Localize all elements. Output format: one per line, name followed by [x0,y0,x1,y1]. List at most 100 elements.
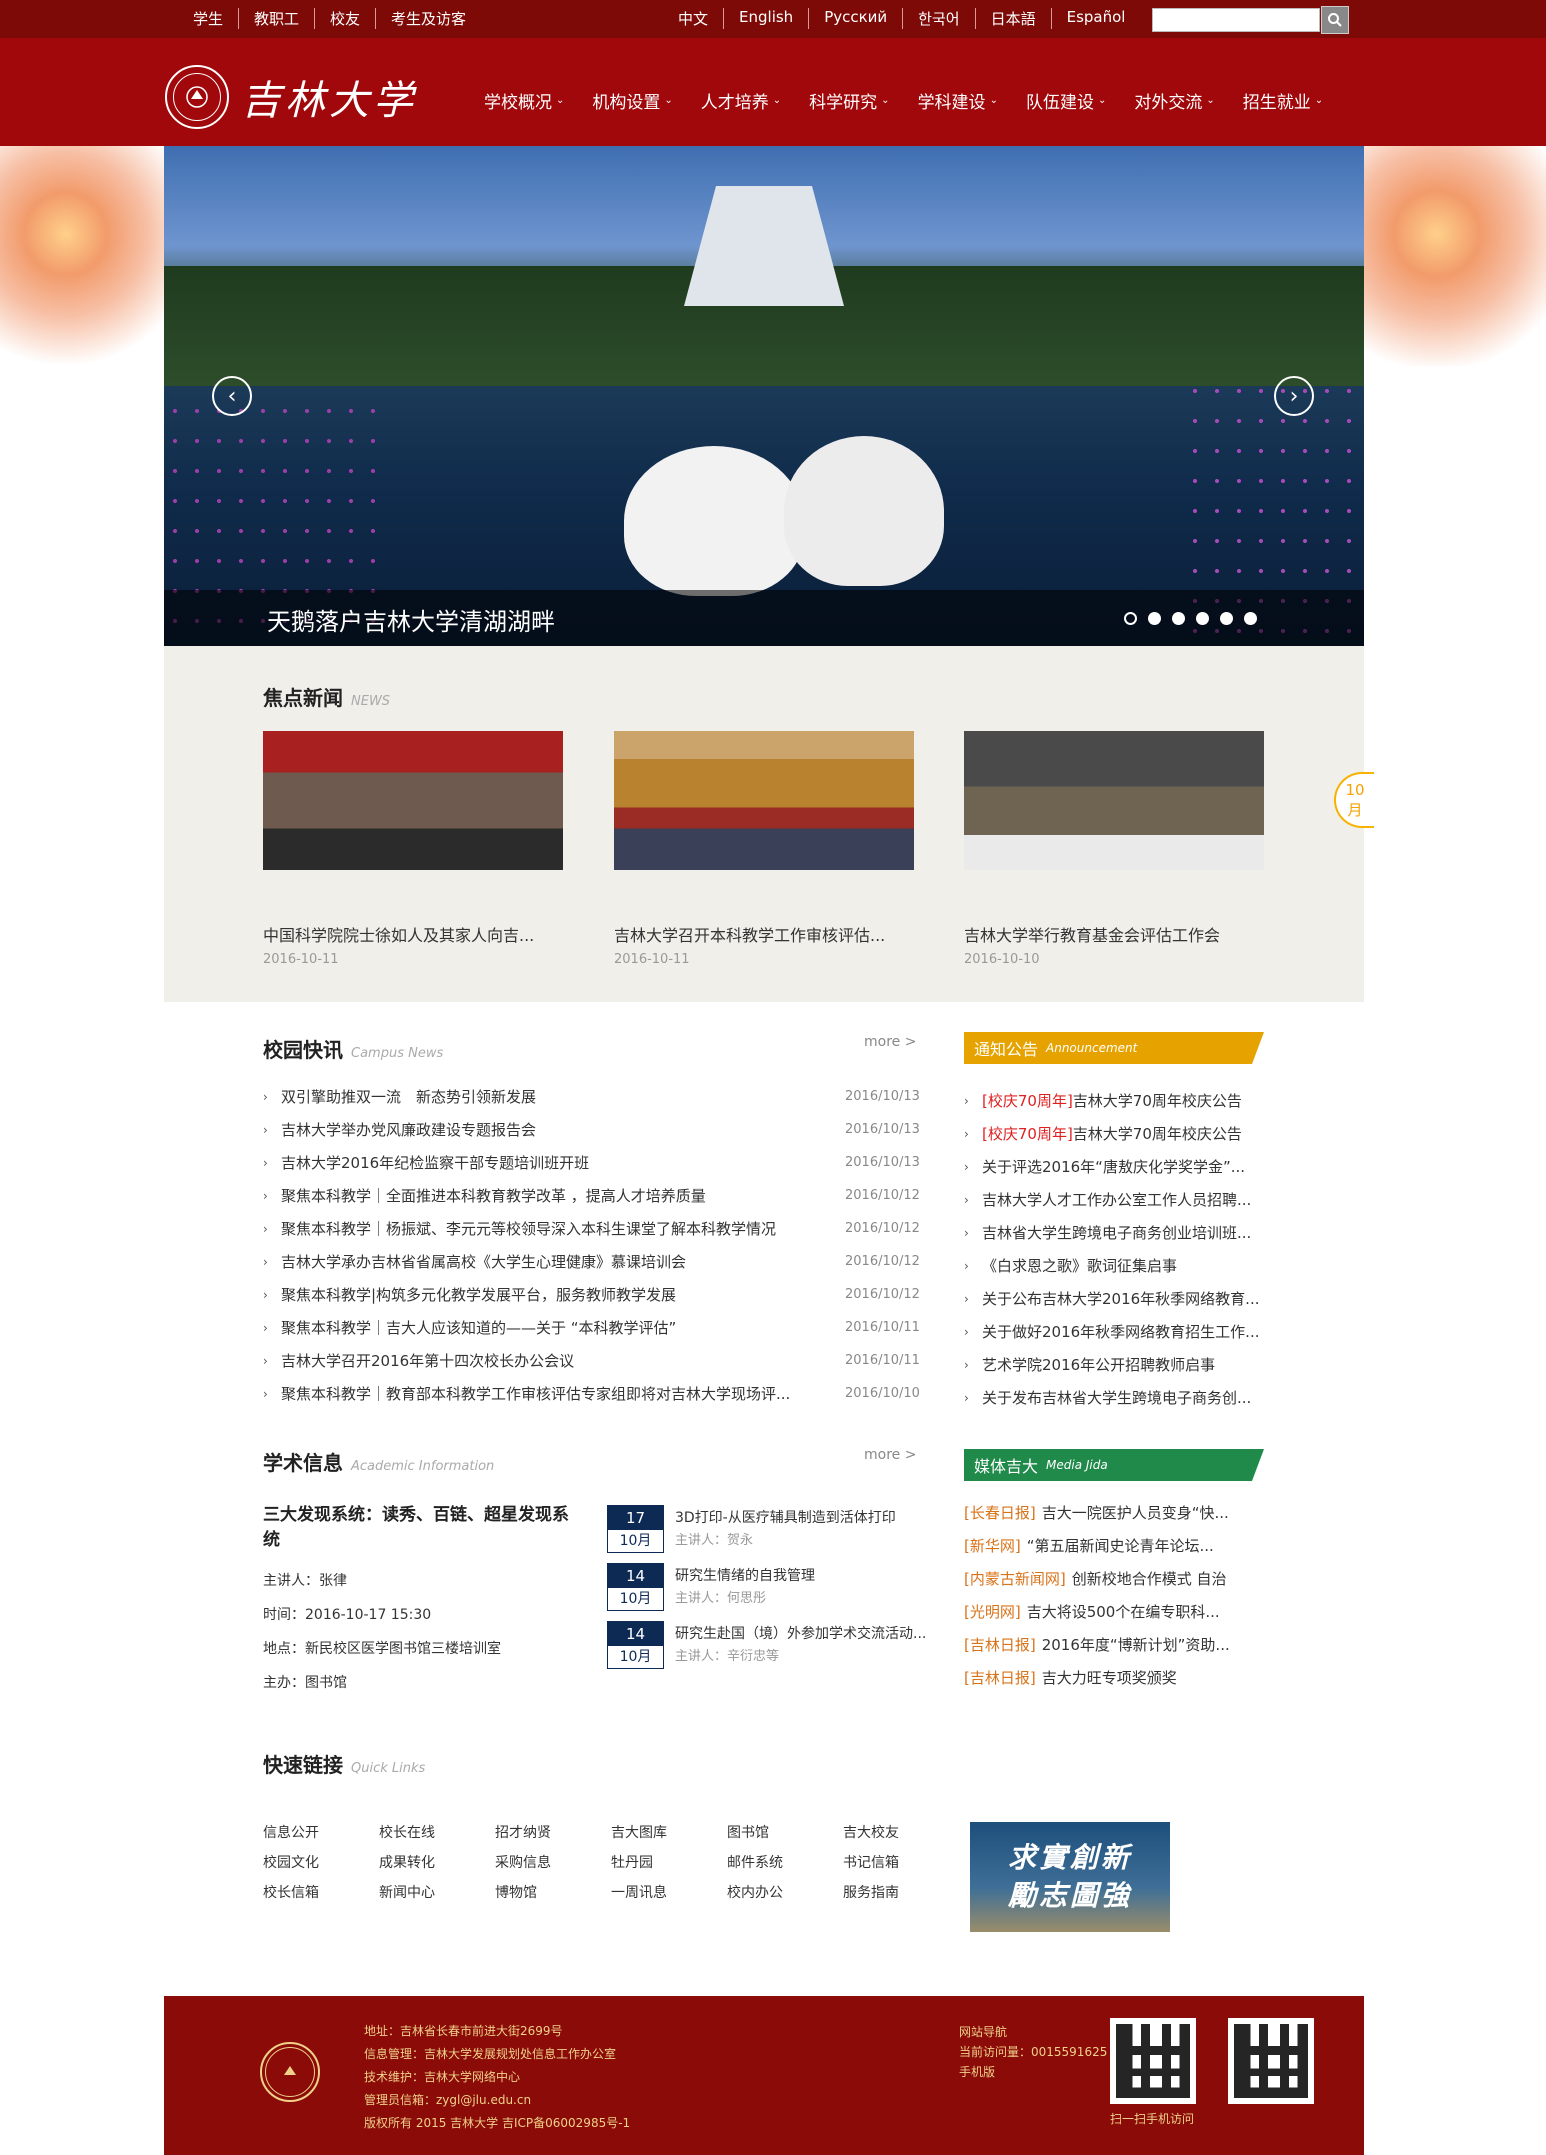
media-title[interactable]: 吉大一院医护人员变身“快... [1042,1502,1229,1523]
media-title[interactable]: 创新校地合作模式 自治 [1072,1568,1227,1589]
news-title[interactable]: 吉林大学召开本科教学工作审核评估... [614,922,914,946]
quick-link[interactable]: 新闻中心 [379,1882,495,1901]
slide-caption[interactable]: 天鹅落户吉林大学清湖湖畔 [267,602,555,637]
list-item[interactable]: › 吉林大学召开2016年第十四次校长办公会议 2016/10/11 [263,1344,920,1377]
academic-more-link[interactable]: more > [864,1447,916,1463]
announcement-title[interactable]: 关于公布吉林大学2016年秋季网络教育... [982,1288,1259,1309]
list-item[interactable]: › 艺术学院2016年公开招聘教师启事 [964,1348,1264,1381]
announcement-title[interactable]: 吉林大学70周年校庆公告 [1073,1123,1242,1144]
media-title[interactable]: 吉大将设500个在编专职科... [1027,1601,1220,1622]
lang-link-russian[interactable]: Русский [808,8,902,29]
audience-link-alumni[interactable]: 校友 [314,8,375,29]
slider-dot[interactable] [1124,612,1137,625]
nav-item-organization[interactable]: 机构设置 ⌄ [592,88,672,113]
list-item[interactable]: › 聚焦本科教学｜吉大人应该知道的——关于 “本科教学评估” 2016/10/11 [263,1311,920,1344]
media-title[interactable]: 吉大力旺专项奖颁奖 [1042,1667,1177,1688]
lecture-title[interactable]: 研究生情绪的自我管理 [675,1565,815,1585]
list-item[interactable]: › 关于做好2016年秋季网络教育招生工作... [964,1315,1264,1348]
audience-link-visitors[interactable]: 考生及访客 [375,8,481,29]
list-item[interactable]: › [校庆70周年] 吉林大学70周年校庆公告 [964,1084,1264,1117]
news-title[interactable]: 聚焦本科教学｜杨振斌、李元元等校领导深入本科生课堂了解本科教学情况 [281,1218,845,1239]
slider-next-button[interactable]: › [1274,376,1314,416]
list-item[interactable]: › [校庆70周年] 吉林大学70周年校庆公告 [964,1117,1264,1150]
focus-news-card[interactable]: 吉林大学举行教育基金会评估工作会 2016-10-10 [964,731,1264,967]
featured-lecture-title[interactable]: 三大发现系统：读秀、百链、超星发现系统 [263,1500,583,1550]
footer-site-nav-link[interactable]: 网站导航 [959,2022,1107,2042]
list-item[interactable]: › 关于评选2016年“唐敖庆化学奖学金”... [964,1150,1264,1183]
list-item[interactable]: [光明网] 吉大将设500个在编专职科... [964,1595,1264,1628]
media-title[interactable]: 2016年度“博新计划”资助... [1042,1634,1230,1655]
footer-mobile-link[interactable]: 手机版 [959,2062,1107,2082]
slider-dot[interactable] [1220,612,1233,625]
lecture-title[interactable]: 3D打印-从医疗辅具制造到活体打印 [675,1507,896,1527]
quick-link[interactable]: 校长在线 [379,1822,495,1841]
quick-link[interactable]: 图书馆 [727,1822,843,1841]
lecture-title[interactable]: 研究生赴国（境）外参加学术交流活动... [675,1623,926,1643]
list-item[interactable]: [内蒙古新闻网] 创新校地合作模式 自治 [964,1562,1264,1595]
list-item[interactable]: › 吉林省大学生跨境电子商务创业培训班... [964,1216,1264,1249]
nav-item-education[interactable]: 人才培养 ⌄ [701,88,781,113]
list-item[interactable]: › 关于公布吉林大学2016年秋季网络教育... [964,1282,1264,1315]
quick-link[interactable]: 信息公开 [263,1822,379,1841]
lang-link-japanese[interactable]: 日本語 [974,8,1051,29]
motto-banner[interactable]: 求實創新 勵志圖強 [970,1822,1170,1932]
announcement-title[interactable]: 吉林省大学生跨境电子商务创业培训班... [982,1222,1251,1243]
nav-item-international[interactable]: 对外交流 ⌄ [1134,88,1214,113]
hero-slider[interactable]: ‹ › 天鹅落户吉林大学清湖湖畔 [164,146,1364,646]
news-title[interactable]: 吉林大学2016年纪检监察干部专题培训班开班 [281,1152,845,1173]
quick-link[interactable]: 招才纳贤 [495,1822,611,1841]
list-item[interactable]: › 双引擎助推双一流 新态势引领新发展 2016/10/13 [263,1080,920,1113]
lang-link-spanish[interactable]: Español [1050,8,1141,29]
nav-item-about[interactable]: 学校概况 ⌄ [484,88,564,113]
announcement-title[interactable]: 吉林大学70周年校庆公告 [1073,1090,1242,1111]
list-item[interactable]: › 聚焦本科教学｜杨振斌、李元元等校领导深入本科生课堂了解本科教学情况 2016/1… [263,1212,920,1245]
list-item[interactable]: › 吉林大学举办党风廉政建设专题报告会 2016/10/13 [263,1113,920,1146]
nav-item-admissions[interactable]: 招生就业 ⌄ [1243,88,1323,113]
news-title[interactable]: 聚焦本科教学｜全面推进本科教育教学改革 ，提高人才培养质量 [281,1185,845,1206]
quick-link[interactable]: 博物馆 [495,1882,611,1901]
news-photo[interactable] [263,731,563,870]
quick-link[interactable]: 牡丹园 [611,1852,727,1871]
news-title[interactable]: 吉林大学举行教育基金会评估工作会 [964,922,1264,946]
quick-link[interactable]: 吉大校友 [843,1822,959,1841]
announcement-title[interactable]: 关于评选2016年“唐敖庆化学奖学金”... [982,1156,1245,1177]
lang-link-chinese[interactable]: 中文 [678,8,723,29]
list-item[interactable]: › 吉林大学2016年纪检监察干部专题培训班开班 2016/10/13 [263,1146,920,1179]
quick-link[interactable]: 采购信息 [495,1852,611,1871]
search-input[interactable] [1152,8,1320,32]
news-title[interactable]: 聚焦本科教学|构筑多元化教学发展平台，服务教师教学发展 [281,1284,845,1305]
list-item[interactable]: › 吉林大学人才工作办公室工作人员招聘... [964,1183,1264,1216]
news-title[interactable]: 吉林大学召开2016年第十四次校长办公会议 [281,1350,845,1371]
nav-item-faculty[interactable]: 队伍建设 ⌄ [1026,88,1106,113]
news-title[interactable]: 聚焦本科教学｜吉大人应该知道的——关于 “本科教学评估” [281,1317,845,1338]
quick-link[interactable]: 校内办公 [727,1882,843,1901]
list-item[interactable]: › 聚焦本科教学|构筑多元化教学发展平台，服务教师教学发展 2016/10/12 [263,1278,920,1311]
list-item[interactable]: [吉林日报] 2016年度“博新计划”资助... [964,1628,1264,1661]
campus-more-link[interactable]: more > [864,1034,916,1050]
focus-news-card[interactable]: 吉林大学召开本科教学工作审核评估... 2016-10-11 [614,731,914,967]
quick-link[interactable]: 校园文化 [263,1852,379,1871]
footer-admin-mail[interactable]: 管理员信箱：zygl@jlu.edu.cn [364,2089,630,2112]
announcement-title[interactable]: 吉林大学人才工作办公室工作人员招聘... [982,1189,1251,1210]
slider-dot[interactable] [1172,612,1185,625]
quick-link[interactable]: 服务指南 [843,1882,959,1901]
list-item[interactable]: › 吉林大学承办吉林省省属高校《大学生心理健康》慕课培训会 2016/10/12 [263,1245,920,1278]
news-title[interactable]: 吉林大学举办党风廉政建设专题报告会 [281,1119,845,1140]
nav-item-disciplines[interactable]: 学科建设 ⌄ [918,88,998,113]
slider-prev-button[interactable]: ‹ [212,376,252,416]
list-item[interactable]: › 关于发布吉林省大学生跨境电子商务创... [964,1381,1264,1414]
quick-link[interactable]: 校长信箱 [263,1882,379,1901]
nav-item-research[interactable]: 科学研究 ⌄ [809,88,889,113]
news-title[interactable]: 聚焦本科教学｜教育部本科教学工作审核评估专家组即将对吉林大学现场评... [281,1383,845,1404]
quick-link[interactable]: 书记信箱 [843,1852,959,1871]
news-photo[interactable] [614,731,914,870]
news-title[interactable]: 中国科学院院士徐如人及其家人向吉... [263,922,563,946]
slider-dot[interactable] [1148,612,1161,625]
audience-link-staff[interactable]: 教职工 [238,8,314,29]
search-button[interactable] [1321,6,1349,34]
quick-link[interactable]: 吉大图库 [611,1822,727,1841]
lang-link-korean[interactable]: 한국어 [902,8,974,29]
site-logo[interactable]: 吉林大学 [165,65,417,129]
media-title[interactable]: “第五届新闻史论青年论坛... [1027,1535,1214,1556]
quick-link[interactable]: 邮件系统 [727,1852,843,1871]
